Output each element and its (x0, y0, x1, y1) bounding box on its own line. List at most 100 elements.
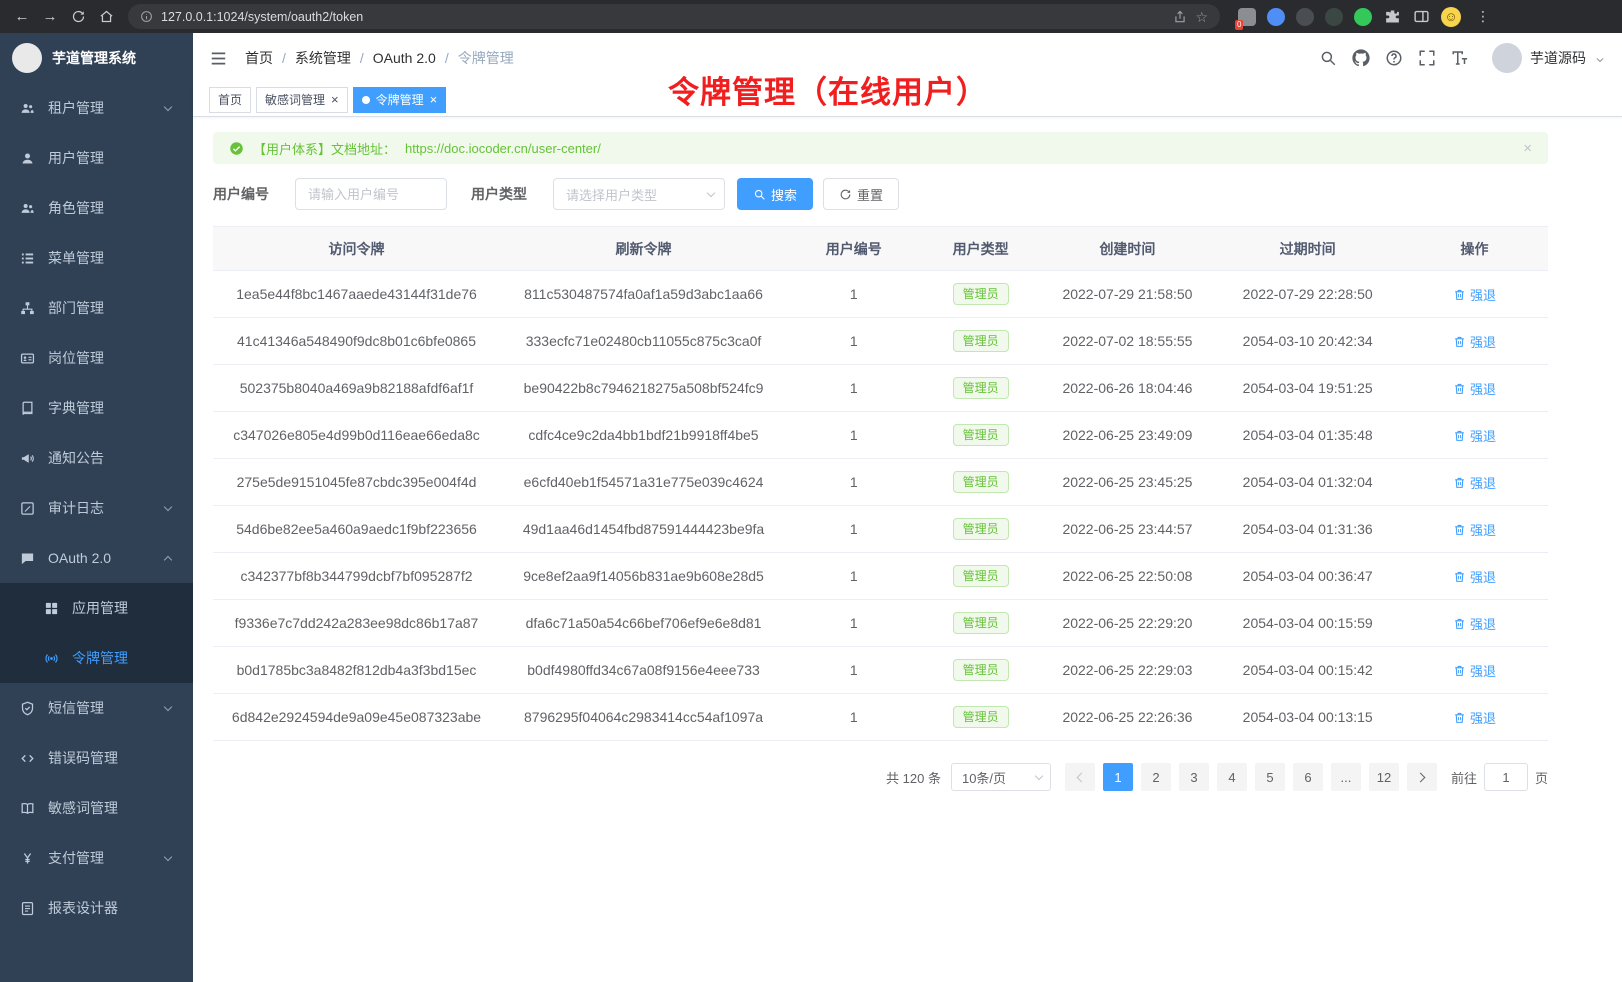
sidebar-item-dept[interactable]: 部门管理 (0, 283, 193, 333)
page-button[interactable]: 12 (1369, 763, 1399, 791)
page-button[interactable]: 3 (1179, 763, 1209, 791)
page-button[interactable]: 4 (1217, 763, 1247, 791)
collapse-sidebar-icon[interactable] (209, 49, 228, 68)
tab-sensitive-word[interactable]: 敏感词管理 × (256, 87, 348, 113)
expire-time-cell: 2022-07-29 22:28:50 (1214, 271, 1401, 318)
font-size-icon[interactable] (1451, 49, 1469, 67)
doc-link[interactable]: https://doc.iocoder.cn/user-center/ (405, 141, 601, 156)
browser-back-button[interactable]: ← (10, 5, 34, 29)
refresh-token-cell: dfa6c71a50a54c66bef706ef9e6e8d81 (500, 600, 787, 647)
force-logout-button[interactable]: 强退 (1453, 520, 1496, 539)
book-icon (20, 401, 35, 416)
page-content: 【用户体系】文档地址： https://doc.iocoder.cn/user-… (193, 117, 1622, 982)
sidebar-item-label: 用户管理 (48, 148, 104, 168)
page-button[interactable]: 5 (1255, 763, 1285, 791)
sidebar-item-report-designer[interactable]: 报表设计器 (0, 883, 193, 933)
goto-page-input[interactable] (1484, 763, 1528, 791)
sidebar-item-audit-log[interactable]: 审计日志 (0, 483, 193, 533)
user-type-cell: 管理员 (921, 365, 1041, 412)
create-time-cell: 2022-06-25 23:45:25 (1041, 459, 1215, 506)
close-icon[interactable]: × (331, 93, 339, 106)
breadcrumb: 首页 / 系统管理 / OAuth 2.0 / 令牌管理 (245, 48, 514, 68)
sidebar-item-menu[interactable]: 菜单管理 (0, 233, 193, 283)
search-button[interactable]: 搜索 (737, 178, 813, 210)
browser-profile-avatar[interactable]: ☺ (1441, 7, 1461, 27)
close-icon[interactable]: × (1523, 140, 1532, 157)
sidebar-item-sms[interactable]: 短信管理 (0, 683, 193, 733)
force-logout-button[interactable]: 强退 (1453, 379, 1496, 398)
create-time-cell: 2022-07-29 21:58:50 (1041, 271, 1215, 318)
user-type-select[interactable]: 请选择用户类型 (553, 178, 725, 210)
page-button[interactable]: 6 (1293, 763, 1323, 791)
user-id-input[interactable] (295, 178, 447, 210)
force-logout-button[interactable]: 强退 (1453, 708, 1496, 727)
close-icon[interactable]: × (430, 93, 438, 106)
tab-token[interactable]: 令牌管理 × (353, 87, 447, 113)
sidebar-item-role[interactable]: 角色管理 (0, 183, 193, 233)
force-logout-button[interactable]: 强退 (1453, 285, 1496, 304)
doc-alert: 【用户体系】文档地址： https://doc.iocoder.cn/user-… (213, 132, 1548, 164)
fullscreen-icon[interactable] (1418, 49, 1436, 67)
sidebar-item-notice[interactable]: 通知公告 (0, 433, 193, 483)
force-logout-button[interactable]: 强退 (1453, 614, 1496, 633)
sidebar-item-label: 菜单管理 (48, 248, 104, 268)
page-button[interactable]: 2 (1141, 763, 1171, 791)
address-bar[interactable]: 127.0.0.1:1024/system/oauth2/token ☆ (128, 4, 1220, 29)
breadcrumb-item[interactable]: 系统管理 (295, 48, 351, 68)
sidebar-item-post[interactable]: 岗位管理 (0, 333, 193, 383)
force-logout-button[interactable]: 强退 (1453, 473, 1496, 492)
sidebar-item-sensitive-word[interactable]: 敏感词管理 (0, 783, 193, 833)
force-logout-button[interactable]: 强退 (1453, 332, 1496, 351)
chevron-down-icon (1035, 771, 1043, 779)
sidebar-item-error-code[interactable]: 错误码管理 (0, 733, 193, 783)
github-icon[interactable] (1352, 49, 1370, 67)
force-logout-button[interactable]: 强退 (1453, 567, 1496, 586)
extensions-puzzle-icon[interactable] (1383, 8, 1401, 26)
bookmark-star-icon[interactable]: ☆ (1195, 10, 1208, 24)
browser-reload-button[interactable] (66, 5, 90, 29)
extension-icon[interactable]: 0 (1238, 8, 1256, 26)
tab-split-icon[interactable] (1412, 8, 1430, 26)
tab-home[interactable]: 首页 (209, 87, 251, 113)
more-pages-button[interactable]: ... (1331, 763, 1361, 791)
table-row: 41c41346a548490f9dc8b01c6bfe0865 333ecfc… (213, 318, 1548, 365)
sidebar-item-pay[interactable]: 支付管理 (0, 833, 193, 883)
sidebar-item-dict[interactable]: 字典管理 (0, 383, 193, 433)
next-page-button[interactable] (1407, 763, 1437, 791)
sidebar-item-oauth2[interactable]: OAuth 2.0 (0, 533, 193, 583)
extension-icon[interactable] (1296, 8, 1314, 26)
sidebar-item-oauth2-token[interactable]: 令牌管理 (0, 633, 193, 683)
action-cell: 强退 (1401, 412, 1548, 459)
trash-icon (1453, 382, 1466, 395)
force-logout-button[interactable]: 强退 (1453, 661, 1496, 680)
search-icon[interactable] (1319, 49, 1337, 67)
page-button[interactable]: 1 (1103, 763, 1133, 791)
browser-forward-button[interactable]: → (38, 5, 62, 29)
sidebar-item-user[interactable]: 用户管理 (0, 133, 193, 183)
active-tab-dot (362, 96, 370, 104)
help-icon[interactable] (1385, 49, 1403, 67)
trash-icon (1453, 476, 1466, 489)
sidebar-item-tenant[interactable]: 租户管理 (0, 83, 193, 133)
breadcrumb-item[interactable]: 首页 (245, 48, 273, 68)
prev-page-button[interactable] (1065, 763, 1095, 791)
chat-bubble-icon (20, 551, 35, 566)
breadcrumb-item[interactable]: OAuth 2.0 (373, 50, 436, 66)
force-logout-button[interactable]: 强退 (1453, 426, 1496, 445)
url-text[interactable]: 127.0.0.1:1024/system/oauth2/token (161, 10, 1165, 24)
extension-icon[interactable] (1354, 8, 1372, 26)
browser-home-button[interactable] (94, 5, 118, 29)
browser-menu-icon[interactable]: ⋮ (1476, 8, 1490, 25)
user-menu[interactable]: 芋道源码 (1492, 43, 1606, 73)
app-logo[interactable]: 芋道管理系统 (0, 33, 193, 83)
reset-button[interactable]: 重置 (823, 178, 899, 210)
extension-icon[interactable] (1267, 8, 1285, 26)
sidebar-item-oauth2-app[interactable]: 应用管理 (0, 583, 193, 633)
share-icon[interactable] (1173, 10, 1187, 24)
page-size-select[interactable]: 10条/页 (951, 763, 1051, 791)
user-type-badge: 管理员 (953, 330, 1009, 352)
sidebar-item-label: 岗位管理 (48, 348, 104, 368)
trash-icon (1453, 523, 1466, 536)
extension-icon[interactable] (1325, 8, 1343, 26)
site-info-icon[interactable] (140, 10, 153, 23)
